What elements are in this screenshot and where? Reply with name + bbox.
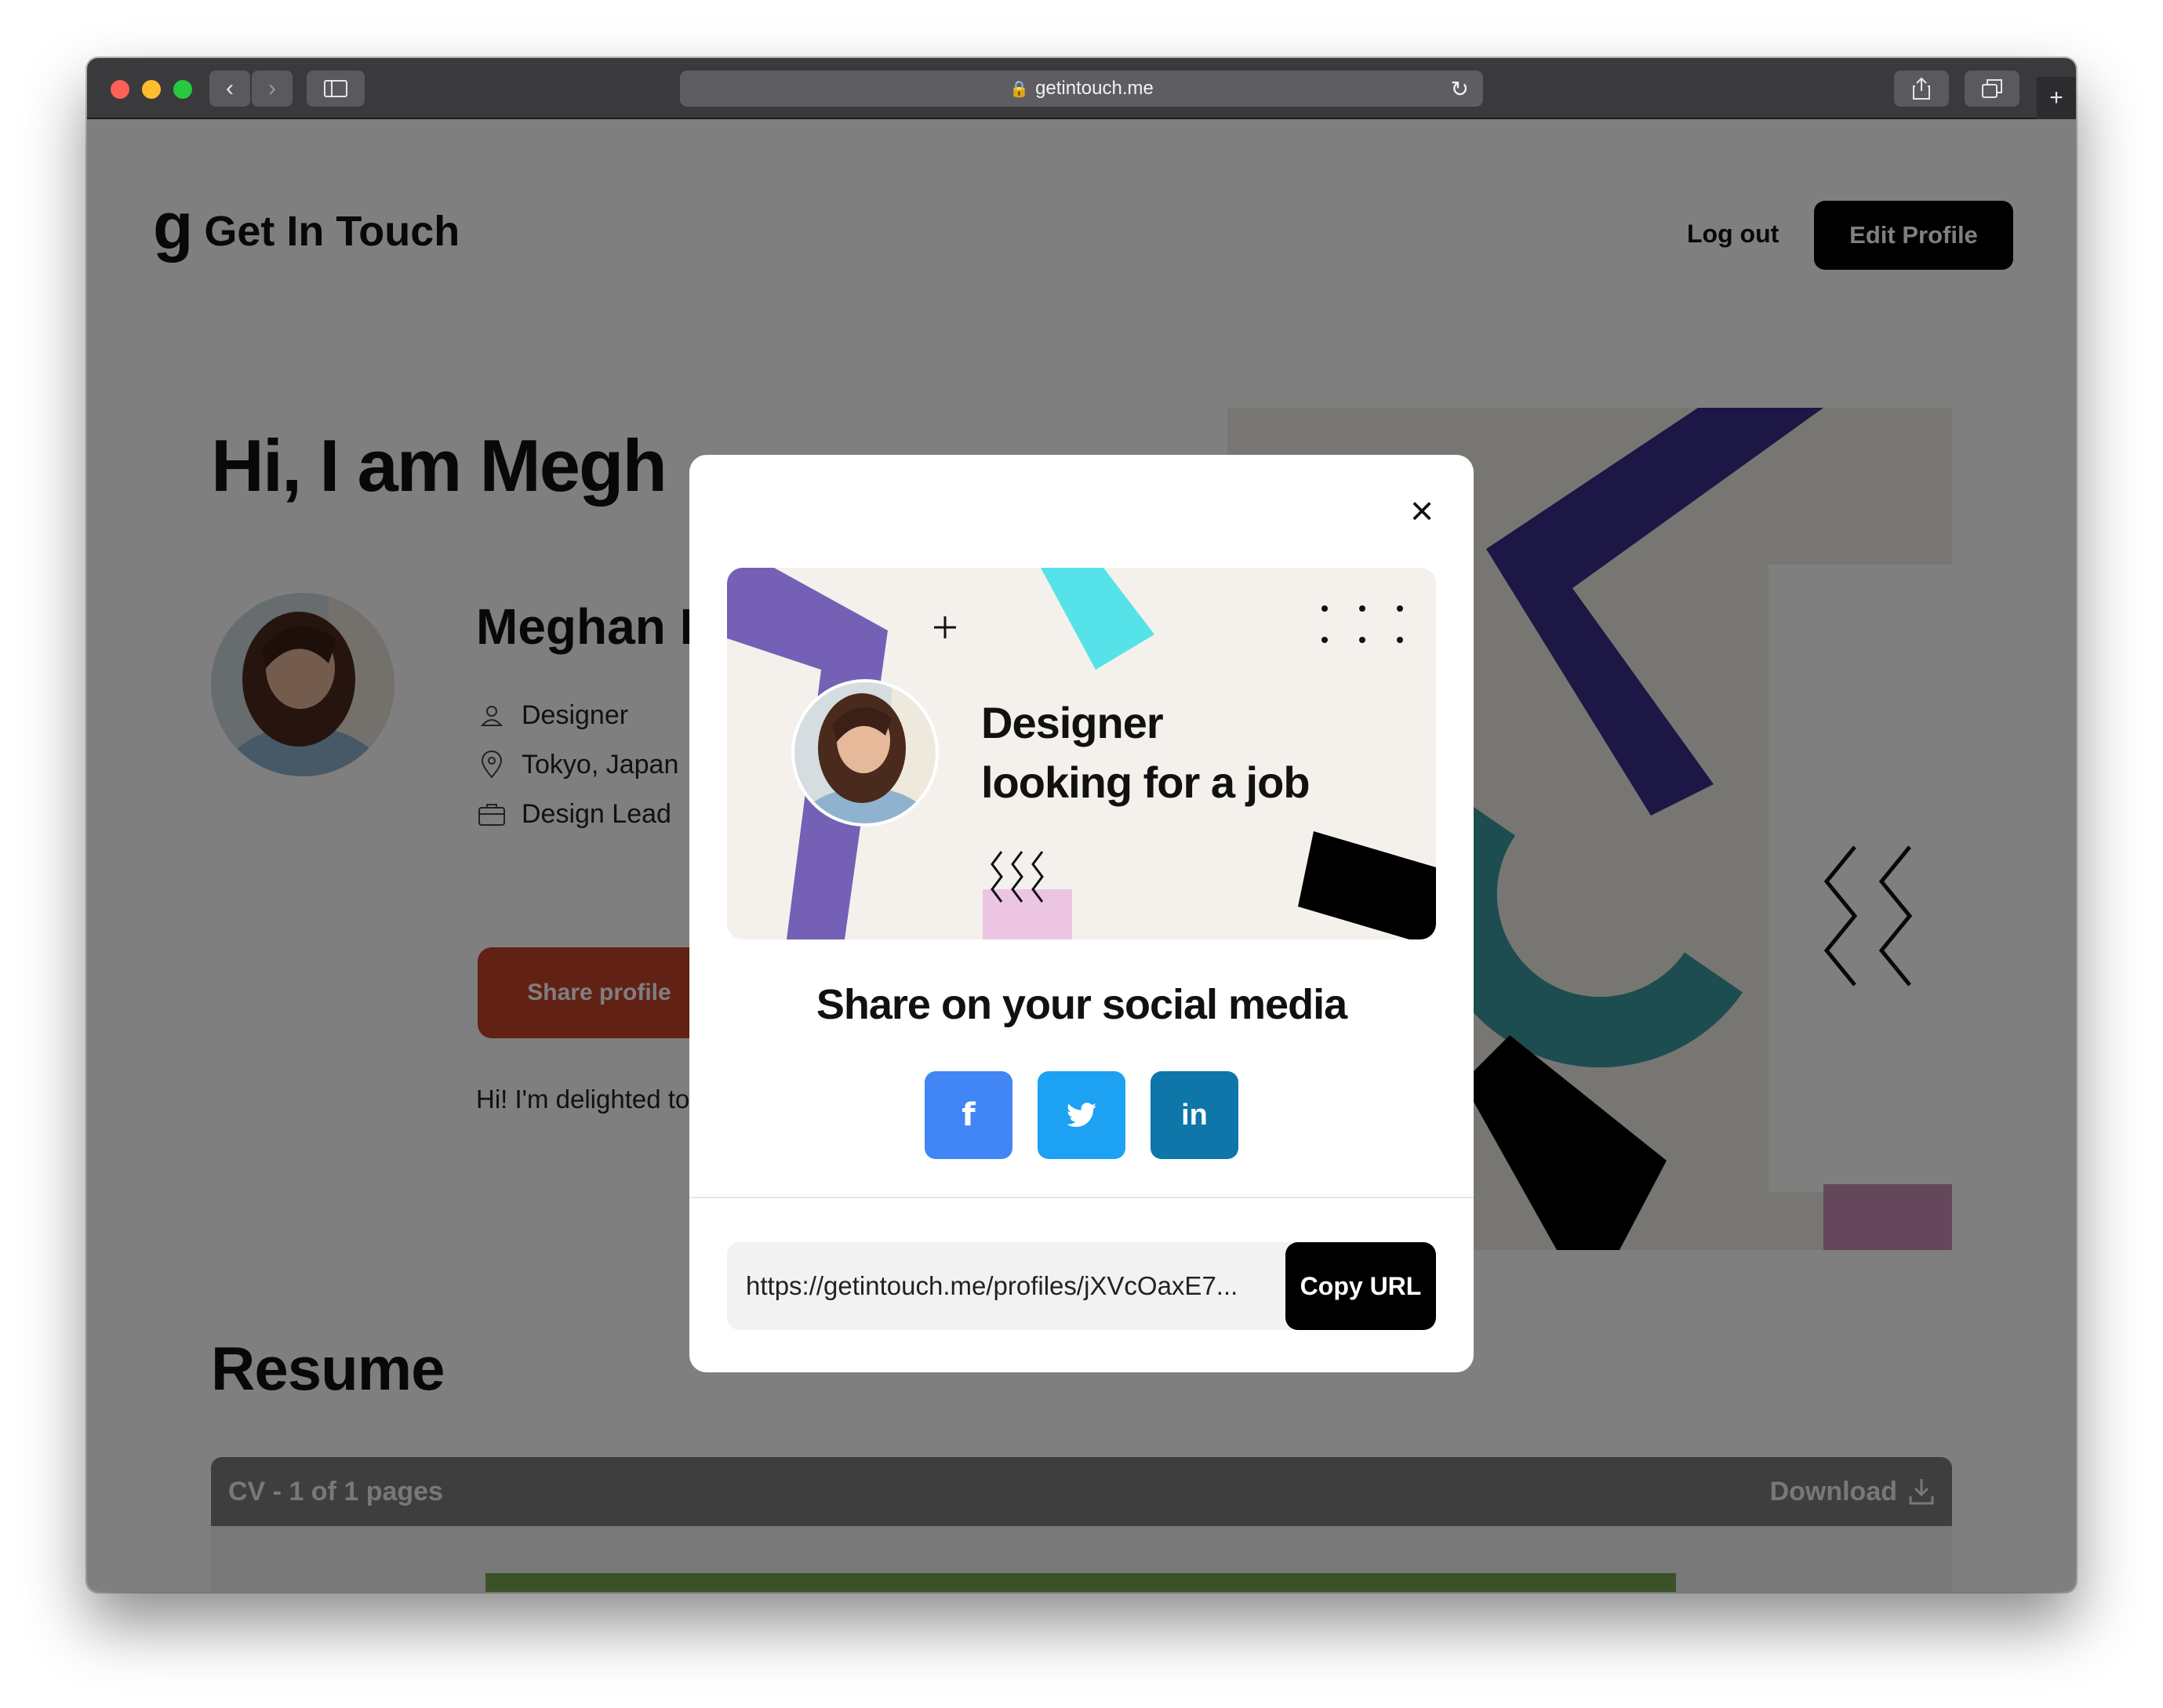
zoom-window-button[interactable] [173,80,192,99]
share-browser-button[interactable] [1894,71,1949,107]
close-window-button[interactable] [111,80,129,99]
browser-titlebar: ‹ › 🔒 getintouch.me ↻ + [87,58,2076,119]
back-button[interactable]: ‹ [209,71,250,107]
linkedin-share-button[interactable]: in [1151,1071,1238,1159]
share-icon [1913,77,1930,100]
browser-window: ‹ › 🔒 getintouch.me ↻ + g Get In Touch L… [87,58,2076,1592]
modal-divider [689,1197,1474,1198]
close-icon[interactable]: × [1405,491,1439,532]
social-buttons: f in [689,1071,1474,1159]
reload-icon[interactable]: ↻ [1451,76,1469,102]
tabs-icon [1982,79,2002,98]
banner-line-2: looking for a job [981,758,1311,807]
forward-button[interactable]: › [252,71,293,107]
new-tab-button[interactable]: + [2037,77,2076,119]
tabs-overview-button[interactable] [1965,71,2019,107]
twitter-icon [1067,1103,1096,1128]
copy-url-button[interactable]: Copy URL [1285,1242,1436,1330]
banner-line-1: Designer [981,698,1164,747]
sidebar-toggle-button[interactable] [307,71,365,107]
chevron-left-icon: ‹ [226,75,234,101]
address-bar[interactable]: 🔒 getintouch.me ↻ [680,71,1483,107]
linkedin-icon: in [1181,1098,1208,1132]
share-banner: Designer looking for a job [727,568,1436,939]
chevron-right-icon: › [268,75,276,101]
banner-headline: Designer looking for a job [981,693,1311,812]
lock-icon: 🔒 [1009,80,1030,98]
facebook-icon: f [962,1097,976,1133]
plus-icon: + [2049,85,2063,111]
profile-url-field[interactable]: https://getintouch.me/profiles/jXVcOaxE7… [727,1242,1292,1330]
share-title: Share on your social media [816,981,1347,1028]
twitter-share-button[interactable] [1038,1071,1125,1159]
minimize-window-button[interactable] [142,80,161,99]
share-modal: × Designer looking for a job Share on yo… [689,455,1474,1372]
page-content: g Get In Touch Log out Edit Profile Hi, … [87,119,2076,1592]
address-text: getintouch.me [1035,78,1154,99]
sidebar-icon [324,80,347,97]
facebook-share-button[interactable]: f [925,1071,1012,1159]
